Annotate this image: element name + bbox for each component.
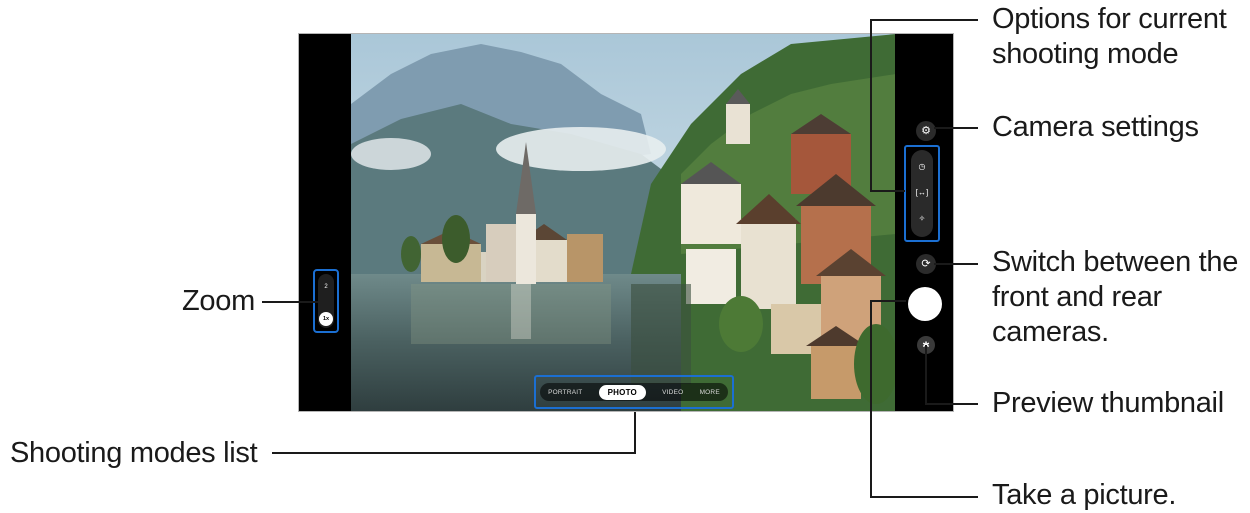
phone-screen: 2 1x PORTRAIT PHOTO VIDEO MORE ⚙ ◷ [↔] ✧… [298,33,954,412]
mode-video[interactable]: VIDEO [662,389,683,396]
options-label-line1: Options for current [992,3,1227,35]
mode-photo[interactable]: PHOTO [598,384,646,400]
take-picture-label: Take a picture. [992,479,1177,511]
filter-effects-icon[interactable]: ✧ [911,214,933,224]
options-callout-vertical [870,19,872,192]
zoom-callout-line [262,301,318,303]
left-control-bar [299,34,351,411]
shutter-callout-horizontal [870,496,978,498]
preview-thumbnail-label: Preview thumbnail [992,387,1224,419]
shooting-mode-options: ◷ [↔] ✧ [904,145,940,242]
options-label-line2: shooting mode [992,38,1179,70]
aspect-ratio-icon[interactable]: [↔] [911,188,933,198]
zoom-level-1x[interactable]: 1x [319,312,333,326]
shooting-modes-list: PORTRAIT PHOTO VIDEO MORE [534,375,734,409]
switch-label-line3: cameras. [992,316,1109,348]
shutter-button[interactable] [908,287,942,321]
switch-label-line1: Switch between the [992,246,1239,278]
zoom-label: Zoom [182,285,255,317]
modes-callout-vertical [634,412,636,453]
shooting-modes-label: Shooting modes list [10,437,258,469]
options-callout-connector [870,190,905,192]
options-pill: ◷ [↔] ✧ [911,150,933,237]
options-callout-horizontal [870,19,978,21]
switch-label-line2: front and rear [992,281,1162,313]
shutter-callout-connector [870,300,906,302]
modes-row: PORTRAIT PHOTO VIDEO MORE [540,383,728,401]
switch-callout-line [934,263,978,265]
camera-viewfinder[interactable] [351,34,896,411]
thumbnail-callout-horizontal [925,403,978,405]
mode-more[interactable]: MORE [700,389,720,396]
gear-icon[interactable]: ⚙ [916,121,936,141]
zoom-level-2[interactable]: 2 [318,283,334,291]
settings-callout-line [934,127,978,129]
camera-switch-icon[interactable]: ⟳ [916,254,936,274]
shutter-callout-vertical [870,300,872,497]
mode-portrait[interactable]: PORTRAIT [548,389,582,396]
modes-callout-horizontal [272,452,636,454]
camera-settings-label: Camera settings [992,111,1199,143]
thumbnail-callout-vertical [925,345,927,404]
timer-icon[interactable]: ◷ [911,162,933,172]
viewfinder-scene [351,34,896,411]
zoom-pill: 2 1x [318,274,334,328]
